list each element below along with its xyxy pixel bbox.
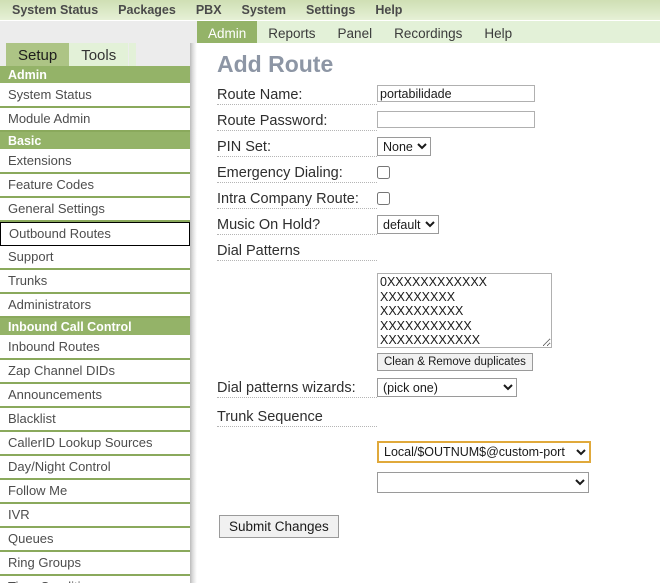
dial-patterns-field-wrap: 0XXXXXXXXXXXX XXXXXXXXX XXXXXXXXXX XXXXX… <box>377 272 660 371</box>
form-row-trunk-slot-1: Local/$OUTNUM$@custom-port <box>217 440 660 466</box>
form-row-intra-company-route: Intra Company Route: <box>217 188 660 214</box>
trunk-sequence-label: Trunk Sequence <box>217 409 377 427</box>
form-row-dial-patterns-textarea: 0XXXXXXXXXXXX XXXXXXXXX XXXXXXXXXX XXXXX… <box>217 272 660 371</box>
route-password-input[interactable] <box>377 111 535 128</box>
form-row-submit: Submit Changes <box>219 515 660 541</box>
dial-patterns-wizards-field-wrap: (pick one) <box>377 377 660 397</box>
tab-help[interactable]: Help <box>473 21 523 43</box>
form-row-music-on-hold: Music On Hold? default <box>217 214 660 240</box>
form-row-emergency-dialing: Emergency Dialing: <box>217 162 660 188</box>
route-name-field-wrap <box>377 84 660 102</box>
sub-tab-filler <box>129 43 137 66</box>
intra-company-route-field-wrap <box>377 188 660 205</box>
system-menu-item-pbx[interactable]: PBX <box>190 3 236 17</box>
form-row-dial-patterns-wizards: Dial patterns wizards: (pick one) <box>217 377 660 403</box>
sidebar-item-system-status[interactable]: System Status <box>0 84 190 108</box>
trunk-slot-1-field-wrap: Local/$OUTNUM$@custom-port <box>377 440 660 463</box>
form-row-route-password: Route Password: <box>217 110 660 136</box>
emergency-dialing-checkbox[interactable] <box>377 166 390 179</box>
sidebar-nav: Admin System Status Module Admin Basic Exten… <box>0 66 190 583</box>
pin-set-label: PIN Set: <box>217 139 377 157</box>
sidebar-item-trunks[interactable]: Trunks <box>0 270 190 294</box>
sidebar-section-admin[interactable]: Admin <box>0 66 190 84</box>
dial-patterns-label-spacer <box>377 240 660 241</box>
route-password-field-wrap <box>377 110 660 128</box>
system-menu-bar: System Status Packages PBX System Settin… <box>0 0 660 21</box>
sidebar-item-queues[interactable]: Queues <box>0 528 190 552</box>
module-tab-bar: Admin Reports Panel Recordings Help <box>197 21 660 43</box>
sidebar-item-ivr[interactable]: IVR <box>0 504 190 528</box>
clean-remove-duplicates-button[interactable]: Clean & Remove duplicates <box>377 353 533 371</box>
main-content: Add Route Route Name: Route Password: PI… <box>197 43 660 583</box>
music-on-hold-select[interactable]: default <box>377 215 439 234</box>
dial-patterns-wizards-label: Dial patterns wizards: <box>217 380 377 398</box>
trunk-sequence-select-2[interactable] <box>377 472 589 493</box>
sidebar-item-support[interactable]: Support <box>0 246 190 270</box>
trunk-slot-1-spacer <box>217 443 377 444</box>
form-row-route-name: Route Name: <box>217 84 660 110</box>
sidebar-section-inbound-call-control[interactable]: Inbound Call Control <box>0 318 190 336</box>
system-menu-item-settings[interactable]: Settings <box>300 3 369 17</box>
trunk-sequence-label-spacer <box>377 406 660 407</box>
sidebar-item-extensions[interactable]: Extensions <box>0 150 190 174</box>
sidebar-item-feature-codes[interactable]: Feature Codes <box>0 174 190 198</box>
dial-patterns-textarea-spacer <box>217 275 377 276</box>
tab-recordings[interactable]: Recordings <box>383 21 473 43</box>
sidebar-section-basic[interactable]: Basic <box>0 132 190 150</box>
route-password-label: Route Password: <box>217 113 377 131</box>
sidebar-item-callerid-lookup-sources[interactable]: CallerID Lookup Sources <box>0 432 190 456</box>
sidebar-item-module-admin[interactable]: Module Admin <box>0 108 190 132</box>
submit-changes-button[interactable]: Submit Changes <box>219 515 339 538</box>
sidebar-item-outbound-routes[interactable]: Outbound Routes <box>0 222 190 246</box>
tab-setup[interactable]: Setup <box>6 43 70 66</box>
emergency-dialing-label: Emergency Dialing: <box>217 165 377 183</box>
dial-patterns-textarea[interactable]: 0XXXXXXXXXXXX XXXXXXXXX XXXXXXXXXX XXXXX… <box>377 273 552 348</box>
dial-patterns-label: Dial Patterns <box>217 243 377 261</box>
system-menu-item-system[interactable]: System <box>236 3 300 17</box>
pin-set-select[interactable]: None <box>377 137 431 156</box>
sub-tab-bar: Setup Tools <box>0 43 197 66</box>
sidebar-item-blacklist[interactable]: Blacklist <box>0 408 190 432</box>
sidebar-item-announcements[interactable]: Announcements <box>0 384 190 408</box>
sidebar-top-filler <box>0 21 197 43</box>
tab-tools[interactable]: Tools <box>69 43 129 66</box>
system-menu-item-packages[interactable]: Packages <box>112 3 190 17</box>
sidebar-item-administrators[interactable]: Administrators <box>0 294 190 318</box>
pin-set-field-wrap: None <box>377 136 660 156</box>
route-name-input[interactable] <box>377 85 535 102</box>
form-row-dial-patterns-label: Dial Patterns <box>217 240 660 266</box>
route-name-label: Route Name: <box>217 87 377 105</box>
sidebar-item-inbound-routes[interactable]: Inbound Routes <box>0 336 190 360</box>
sidebar-item-zap-channel-dids[interactable]: Zap Channel DIDs <box>0 360 190 384</box>
tab-reports[interactable]: Reports <box>257 21 326 43</box>
music-on-hold-label: Music On Hold? <box>217 217 377 235</box>
sidebar-item-general-settings[interactable]: General Settings <box>0 198 190 222</box>
sidebar-divider <box>190 43 197 583</box>
sidebar-item-follow-me[interactable]: Follow Me <box>0 480 190 504</box>
page-title: Add Route <box>217 51 334 77</box>
dial-patterns-wizards-select[interactable]: (pick one) <box>377 378 517 397</box>
form-row-pin-set: PIN Set: None <box>217 136 660 162</box>
tab-panel[interactable]: Panel <box>327 21 384 43</box>
intra-company-route-checkbox[interactable] <box>377 192 390 205</box>
system-menu-item-help[interactable]: Help <box>369 3 416 17</box>
tab-admin[interactable]: Admin <box>197 21 258 43</box>
sidebar-item-ring-groups[interactable]: Ring Groups <box>0 552 190 576</box>
music-on-hold-field-wrap: default <box>377 214 660 234</box>
form-row-trunk-slot-2 <box>217 471 660 497</box>
trunk-slot-2-spacer <box>217 474 377 475</box>
sidebar-item-day-night-control[interactable]: Day/Night Control <box>0 456 190 480</box>
sidebar-item-time-conditions[interactable]: Time Conditions <box>0 576 190 583</box>
trunk-slot-2-field-wrap <box>377 471 660 493</box>
emergency-dialing-field-wrap <box>377 162 660 179</box>
intra-company-route-label: Intra Company Route: <box>217 191 377 209</box>
system-menu-item-system-status[interactable]: System Status <box>6 3 112 17</box>
form-row-trunk-sequence-label: Trunk Sequence <box>217 406 660 432</box>
trunk-sequence-select-1[interactable]: Local/$OUTNUM$@custom-port <box>377 441 591 463</box>
